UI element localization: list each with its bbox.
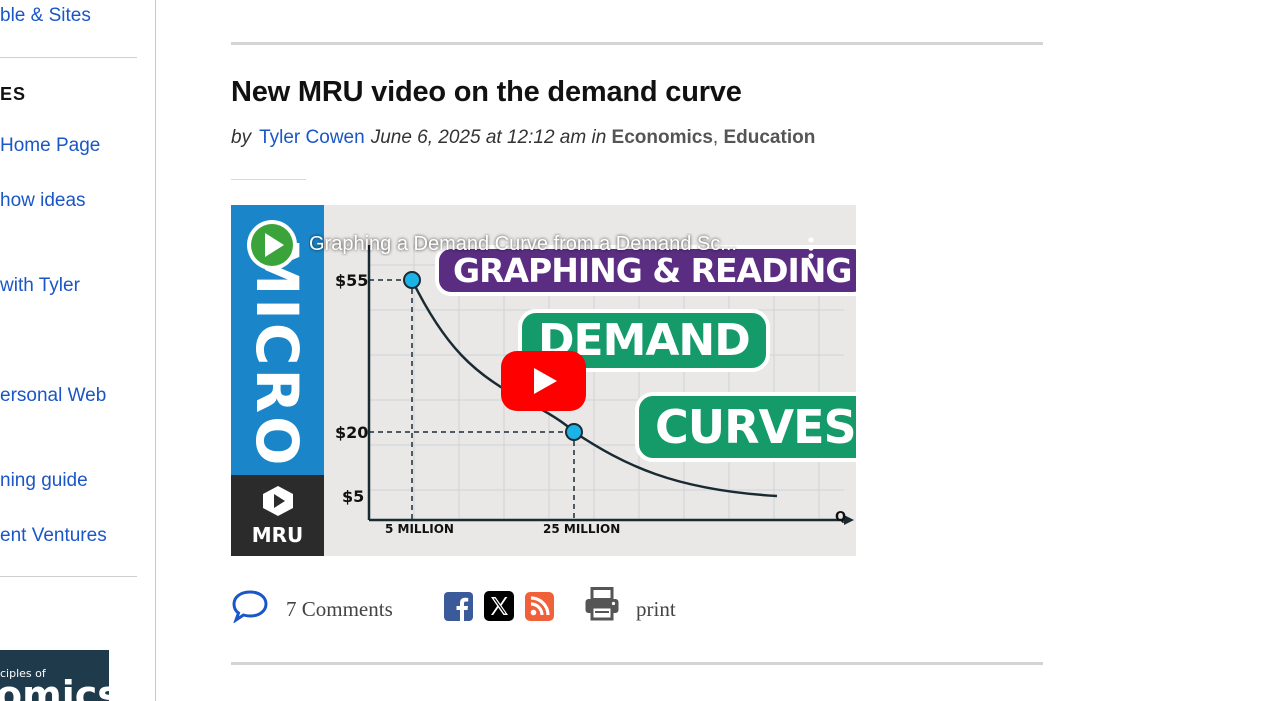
print-link[interactable]: print [636, 597, 676, 622]
video-thumb-headline-3: CURVES [635, 392, 856, 462]
byline-divider [231, 179, 306, 180]
facebook-icon[interactable] [444, 592, 473, 621]
sidebar-link-personal-web[interactable]: ersonal Web [0, 385, 106, 407]
byline-by: by [231, 127, 252, 148]
sidebar-link-how-ideas[interactable]: how ideas [0, 190, 86, 212]
book-cover-big-text: omics [0, 673, 109, 701]
rss-icon[interactable] [525, 592, 554, 621]
post-top-divider [231, 42, 1043, 45]
post-bottom-divider [231, 662, 1043, 665]
sidebar-link-home-page[interactable]: Home Page [0, 135, 100, 157]
graph-x-tick: 5 MILLION [385, 522, 454, 536]
youtube-play-button-icon[interactable] [501, 351, 586, 411]
comments-link[interactable]: 7 Comments [286, 597, 393, 622]
video-thumb-micro-label: MICRO [243, 237, 311, 469]
sidebar-link-emergent-ventures[interactable]: ent Ventures [0, 525, 107, 547]
author-link[interactable]: Tyler Cowen [259, 127, 365, 148]
more-options-icon[interactable] [807, 237, 815, 259]
graph-y-tick: $20 [335, 423, 369, 442]
sidebar-divider [0, 57, 137, 58]
graph-x-tick: 25 MILLION [543, 522, 621, 536]
post-share-bar: 7 Comments print [231, 585, 1043, 635]
post-byline: by Tyler Cowen June 6, 2025 at 12:12 am in… [231, 127, 815, 149]
printer-icon[interactable] [584, 587, 620, 621]
category-link-economics[interactable]: Economics [612, 127, 713, 148]
category-separator: , [712, 127, 719, 148]
sidebar: ble & Sites ES Home Page how ideas with … [0, 0, 156, 701]
book-cover-image[interactable]: ciples of omics [0, 650, 109, 701]
post-date: June 6, 2025 at 12:12 am [370, 127, 587, 148]
comment-bubble-icon[interactable] [231, 589, 269, 623]
graph-y-tick: $5 [342, 487, 365, 506]
x-icon[interactable] [484, 591, 514, 621]
channel-avatar-icon[interactable] [247, 220, 297, 270]
graph-x-axis-label: Q [835, 510, 847, 525]
post-title[interactable]: New MRU video on the demand curve [231, 76, 742, 109]
byline-in: in [591, 127, 607, 148]
category-link-education[interactable]: Education [723, 127, 815, 148]
sidebar-link-learning-guide[interactable]: ning guide [0, 470, 88, 492]
sidebar-section-heading: ES [0, 84, 27, 104]
sidebar-divider [0, 576, 137, 577]
video-thumb-mru-label: MRU [251, 523, 304, 547]
video-title-link[interactable]: Graphing a Demand Curve from a Demand Sc… [309, 233, 779, 256]
sidebar-link-with-tyler[interactable]: with Tyler [0, 275, 80, 297]
graph-y-tick: $55 [335, 271, 369, 290]
mru-logo-icon [263, 486, 293, 516]
youtube-video-embed[interactable]: MICRO MRU $55 $20 $5 5 MILLION 25 MILLIO… [231, 205, 856, 556]
sidebar-link-people-sites[interactable]: ble & Sites [0, 5, 91, 27]
